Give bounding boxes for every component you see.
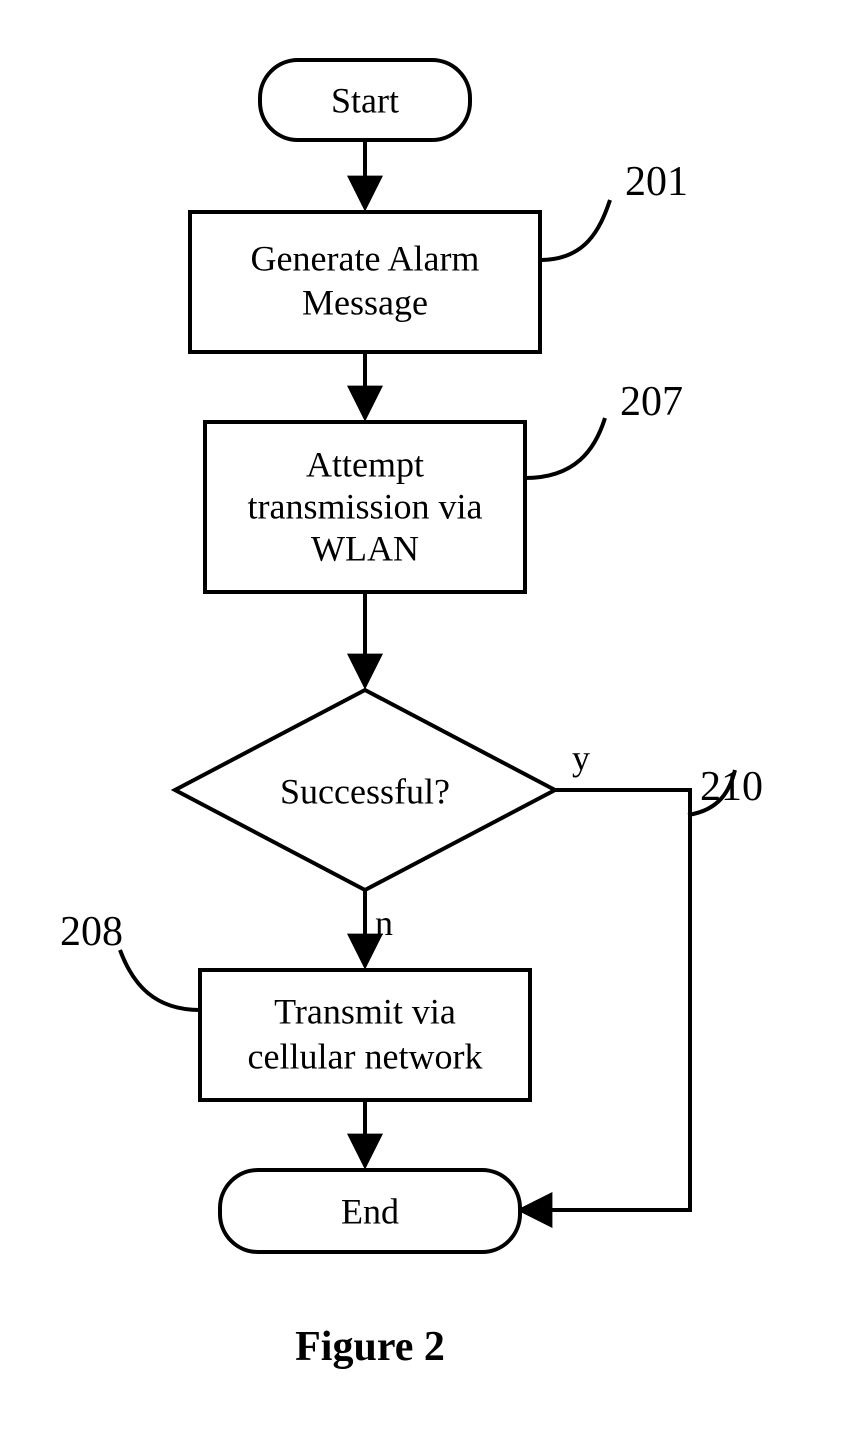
ref-210: 210 xyxy=(700,764,763,810)
decision-node: Successful? xyxy=(175,690,555,890)
leader-201 xyxy=(540,200,610,260)
wlan-line2: transmission via xyxy=(248,486,483,526)
generate-line2: Message xyxy=(302,282,428,322)
ref-208: 208 xyxy=(60,909,123,955)
start-node: Start xyxy=(260,60,470,140)
cell-line2: cellular network xyxy=(248,1036,483,1076)
cell-line1: Transmit via xyxy=(274,991,456,1031)
start-label: Start xyxy=(331,80,399,120)
end-label: End xyxy=(341,1191,399,1231)
edge-no-label: n xyxy=(375,903,393,943)
transmit-cellular-node: Transmit via cellular network xyxy=(200,970,530,1100)
attempt-wlan-node: Attempt transmission via WLAN xyxy=(205,422,525,592)
arrow-decision-yes-to-end xyxy=(520,790,690,1210)
edge-yes-label: y xyxy=(572,738,590,778)
figure-caption: Figure 2 xyxy=(295,1324,445,1370)
ref-201: 201 xyxy=(625,159,688,205)
ref-207: 207 xyxy=(620,379,683,425)
flowchart: Start Generate Alarm Message 201 Attempt… xyxy=(0,0,847,1429)
leader-208 xyxy=(120,950,200,1010)
end-node: End xyxy=(220,1170,520,1252)
decision-label: Successful? xyxy=(280,771,450,811)
wlan-line1: Attempt xyxy=(306,444,424,484)
generate-line1: Generate Alarm xyxy=(251,238,480,278)
leader-207 xyxy=(525,418,605,478)
generate-alarm-node: Generate Alarm Message xyxy=(190,212,540,352)
wlan-line3: WLAN xyxy=(311,528,419,568)
